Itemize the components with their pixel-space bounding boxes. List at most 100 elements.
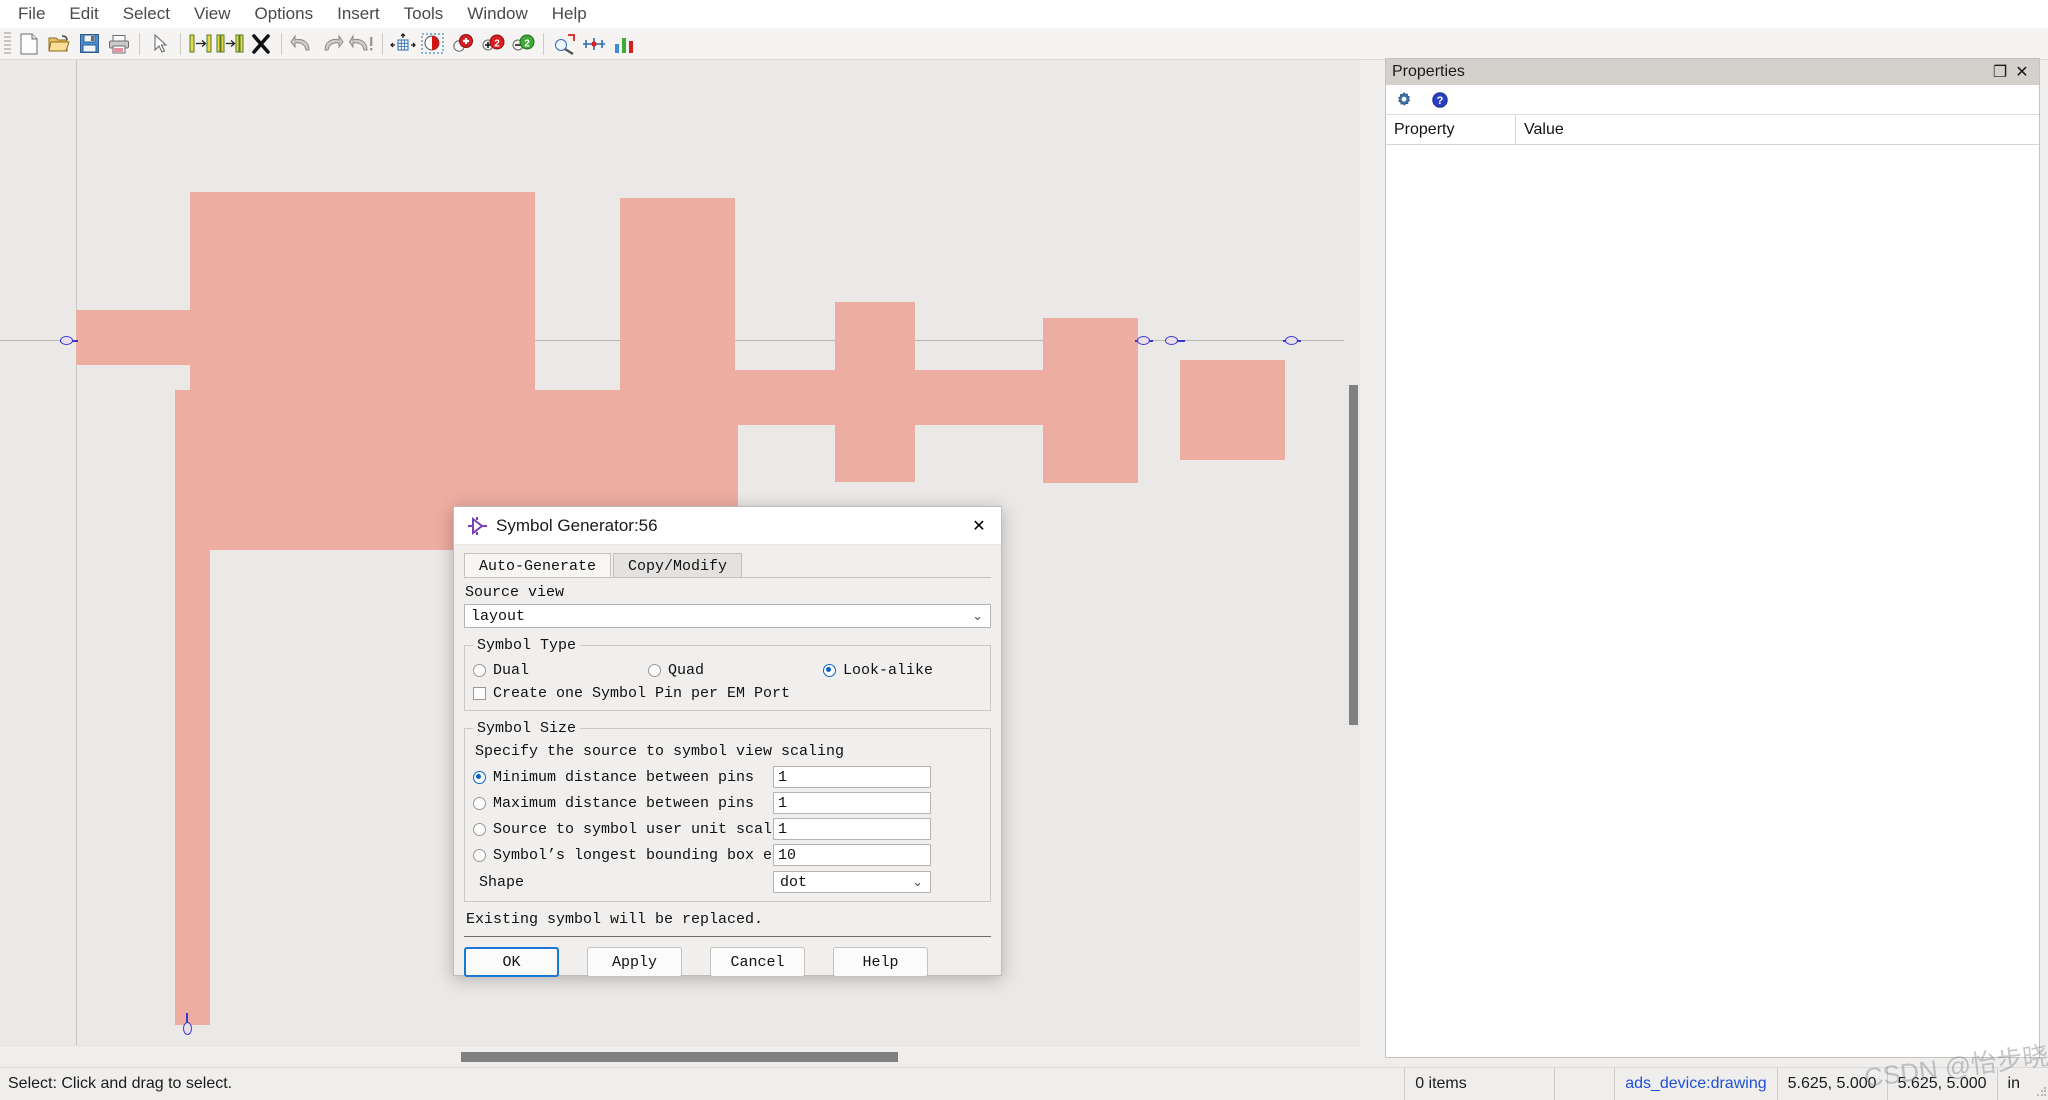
shape-select[interactable]: dot ⌄ [773,871,931,893]
menu-item-edit[interactable]: Edit [57,2,110,26]
open-folder-icon[interactable] [44,30,74,58]
status-context-link[interactable]: ads_device:drawing [1614,1068,1776,1100]
zoom-2x-in-icon[interactable]: 2 [478,30,508,58]
size-option-scale-factor-radio[interactable]: Source to symbol user unit scale factor [473,821,773,838]
gear-icon[interactable] [1392,88,1416,112]
chart-icon[interactable] [609,30,639,58]
vertical-scrollbar-thumb[interactable] [1349,385,1358,725]
radio-bounding-box-indicator[interactable] [473,849,486,862]
insert-pin-icon[interactable] [186,30,216,58]
zoom-in-icon[interactable] [448,30,478,58]
symbol-size-note: Specify the source to symbol view scalin… [475,743,982,760]
apply-button[interactable]: Apply [587,947,682,977]
status-coordinate-secondary: 5.625, 5.000 [1887,1068,1997,1100]
size-option-min-distance-radio[interactable]: Minimum distance between pins [473,769,773,786]
column-header-value: Value [1516,115,2039,144]
menu-item-tools[interactable]: Tools [392,2,456,26]
zoom-area-icon[interactable] [418,30,448,58]
zoom-2x-out-icon[interactable]: 2 [508,30,538,58]
layout-shape[interactable] [175,390,210,1025]
toolbar-separator [281,33,282,55]
radio-max-distance-indicator[interactable] [473,797,486,810]
help-button[interactable]: Help [833,947,928,977]
layout-shape[interactable] [835,302,915,482]
menu-item-view[interactable]: View [182,2,243,26]
cancel-button[interactable]: Cancel [710,947,805,977]
application-window: File Edit Select View Options Insert Too… [0,0,2048,1100]
new-document-icon[interactable] [14,30,44,58]
radio-look-alike[interactable]: Look-alike [823,662,933,679]
restore-panel-icon[interactable]: ❐ [1989,62,2011,82]
toolbar-separator [180,33,181,55]
close-panel-icon[interactable]: ✕ [2011,62,2033,82]
insert-multi-pin-icon[interactable] [216,30,246,58]
size-option-max-distance-radio[interactable]: Maximum distance between pins [473,795,773,812]
layout-shape[interactable] [620,198,735,458]
dialog-tabstrip: Auto-Generate Copy/Modify [464,553,991,578]
menu-item-help[interactable]: Help [540,2,599,26]
radio-min-distance-indicator[interactable] [473,771,486,784]
toolbar-grip[interactable] [4,32,11,56]
dialog-title-bar[interactable]: Symbol Generator:56 ✕ [454,507,1001,545]
radio-scale-factor-indicator[interactable] [473,823,486,836]
properties-table-body[interactable] [1386,145,2039,1045]
source-view-select[interactable]: layout ⌄ [464,604,991,628]
scale-factor-input[interactable] [773,818,931,840]
checkbox-em-port-indicator[interactable] [473,687,486,700]
radio-dual-indicator[interactable] [473,664,486,677]
redo-icon[interactable] [317,30,347,58]
checkbox-em-port-label: Create one Symbol Pin per EM Port [493,685,790,702]
menu-item-window[interactable]: Window [455,2,539,26]
radio-look-alike-label: Look-alike [843,662,933,679]
print-icon[interactable] [104,30,134,58]
menu-bar: File Edit Select View Options Insert Too… [0,0,2048,28]
undo-history-icon[interactable] [347,30,377,58]
min-distance-input[interactable] [773,766,931,788]
dialog-footer: OK Apply Cancel Help [464,936,991,989]
zoom-full-icon[interactable] [549,30,579,58]
select-arrow-icon[interactable] [145,30,175,58]
canvas-horizontal-scrollbar[interactable] [0,1045,1360,1067]
measure-icon[interactable] [579,30,609,58]
layout-shape[interactable] [76,310,191,365]
menu-item-insert[interactable]: Insert [325,2,392,26]
radio-dual[interactable]: Dual [473,662,648,679]
canvas-vertical-scrollbar[interactable] [1344,60,1360,1045]
layout-shape[interactable] [1180,360,1285,460]
snap-grid-icon[interactable] [388,30,418,58]
size-option-bounding-box-radio[interactable]: Symbol’s longest bounding box edge [473,847,773,864]
tab-copy-modify[interactable]: Copy/Modify [613,553,742,577]
checkbox-em-port-row[interactable]: Create one Symbol Pin per EM Port [473,685,982,702]
tab-auto-generate[interactable]: Auto-Generate [464,553,611,577]
radio-bounding-box-label: Symbol’s longest bounding box edge [493,847,799,864]
delete-x-icon[interactable] [246,30,276,58]
radio-look-alike-indicator[interactable] [823,664,836,677]
horizontal-scrollbar-thumb[interactable] [461,1052,898,1062]
layout-pin[interactable] [1137,336,1150,345]
column-header-property: Property [1386,115,1516,144]
menu-item-options[interactable]: Options [243,2,326,26]
layout-shape[interactable] [735,370,840,425]
layout-pin[interactable] [60,336,73,345]
radio-quad-indicator[interactable] [648,664,661,677]
layout-pin[interactable] [1285,336,1298,345]
help-question-icon[interactable]: ? [1428,88,1452,112]
menu-item-file[interactable]: File [6,2,57,26]
layout-pin[interactable] [183,1022,192,1035]
layout-pin[interactable] [1165,336,1178,345]
layout-shape[interactable] [1043,318,1138,483]
svg-text:2: 2 [524,38,530,49]
bounding-box-input[interactable] [773,844,931,866]
layout-shape[interactable] [913,370,1043,425]
ok-button[interactable]: OK [464,947,559,977]
undo-icon[interactable] [287,30,317,58]
menu-item-select[interactable]: Select [111,2,182,26]
save-disk-icon[interactable] [74,30,104,58]
close-icon[interactable]: ✕ [957,507,1001,544]
max-distance-input[interactable] [773,792,931,814]
radio-quad[interactable]: Quad [648,662,823,679]
symbol-type-group: Symbol Type Dual Quad Look-alike [464,637,991,711]
size-option-scale-factor: Source to symbol user unit scale factor [473,818,982,840]
chevron-down-icon: ⌄ [972,609,986,624]
resize-grip-icon[interactable] [2030,1068,2048,1100]
